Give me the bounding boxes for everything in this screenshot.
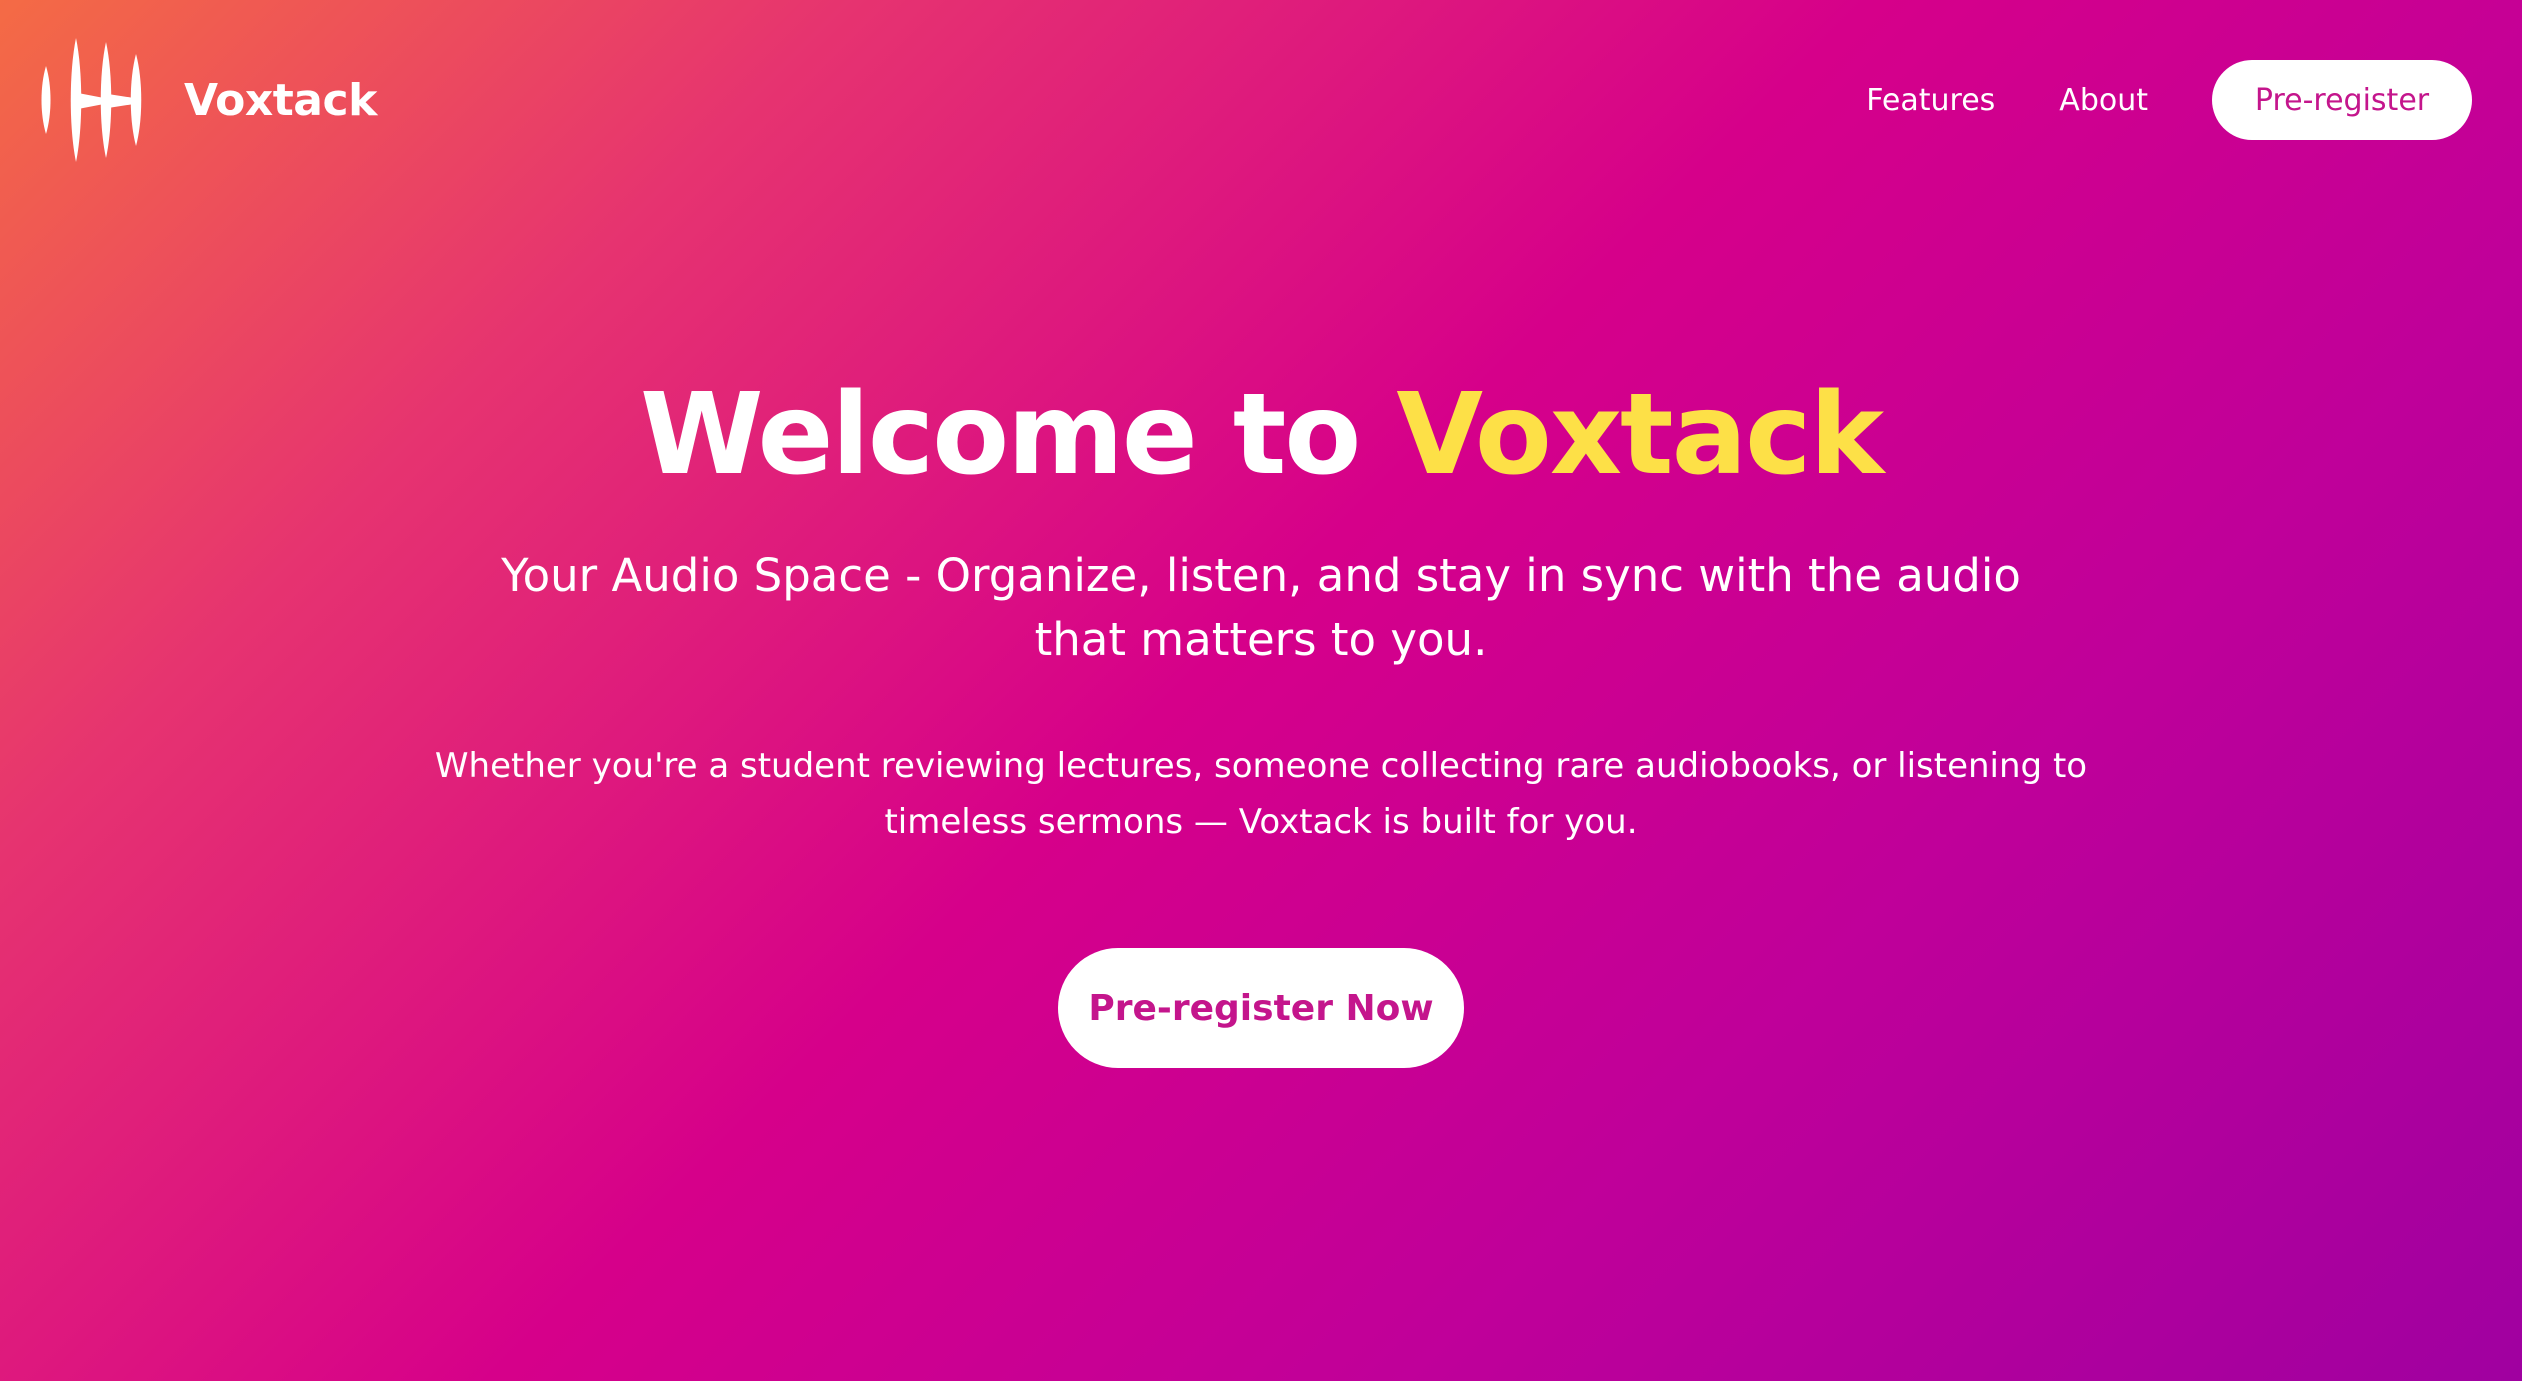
hero-subtitle: Your Audio Space - Organize, listen, and…	[501, 549, 2021, 666]
main-nav: Features About Pre-register	[1866, 60, 2472, 140]
hero-title-prefix: Welcome to	[639, 370, 1397, 500]
hero-title: Welcome to Voxtack	[0, 360, 2522, 510]
pre-register-now-button[interactable]: Pre-register Now	[1058, 948, 1464, 1068]
sound-wave-icon	[41, 38, 142, 162]
nav-link-about[interactable]: About	[2059, 83, 2148, 118]
hero-section: Welcome to Voxtack Your Audio Space - Or…	[0, 360, 2522, 1068]
hero-title-brand: Voxtack	[1396, 370, 1884, 500]
pre-register-button[interactable]: Pre-register	[2212, 60, 2472, 140]
logo[interactable]: Voxtack	[38, 38, 377, 162]
landing-page: Voxtack Features About Pre-register Welc…	[0, 0, 2522, 1381]
logo-text: Voxtack	[184, 74, 377, 126]
hero-description: Whether you're a student reviewing lectu…	[434, 746, 2088, 842]
nav-link-features[interactable]: Features	[1866, 83, 1995, 118]
site-header: Voxtack Features About Pre-register	[0, 0, 2522, 200]
